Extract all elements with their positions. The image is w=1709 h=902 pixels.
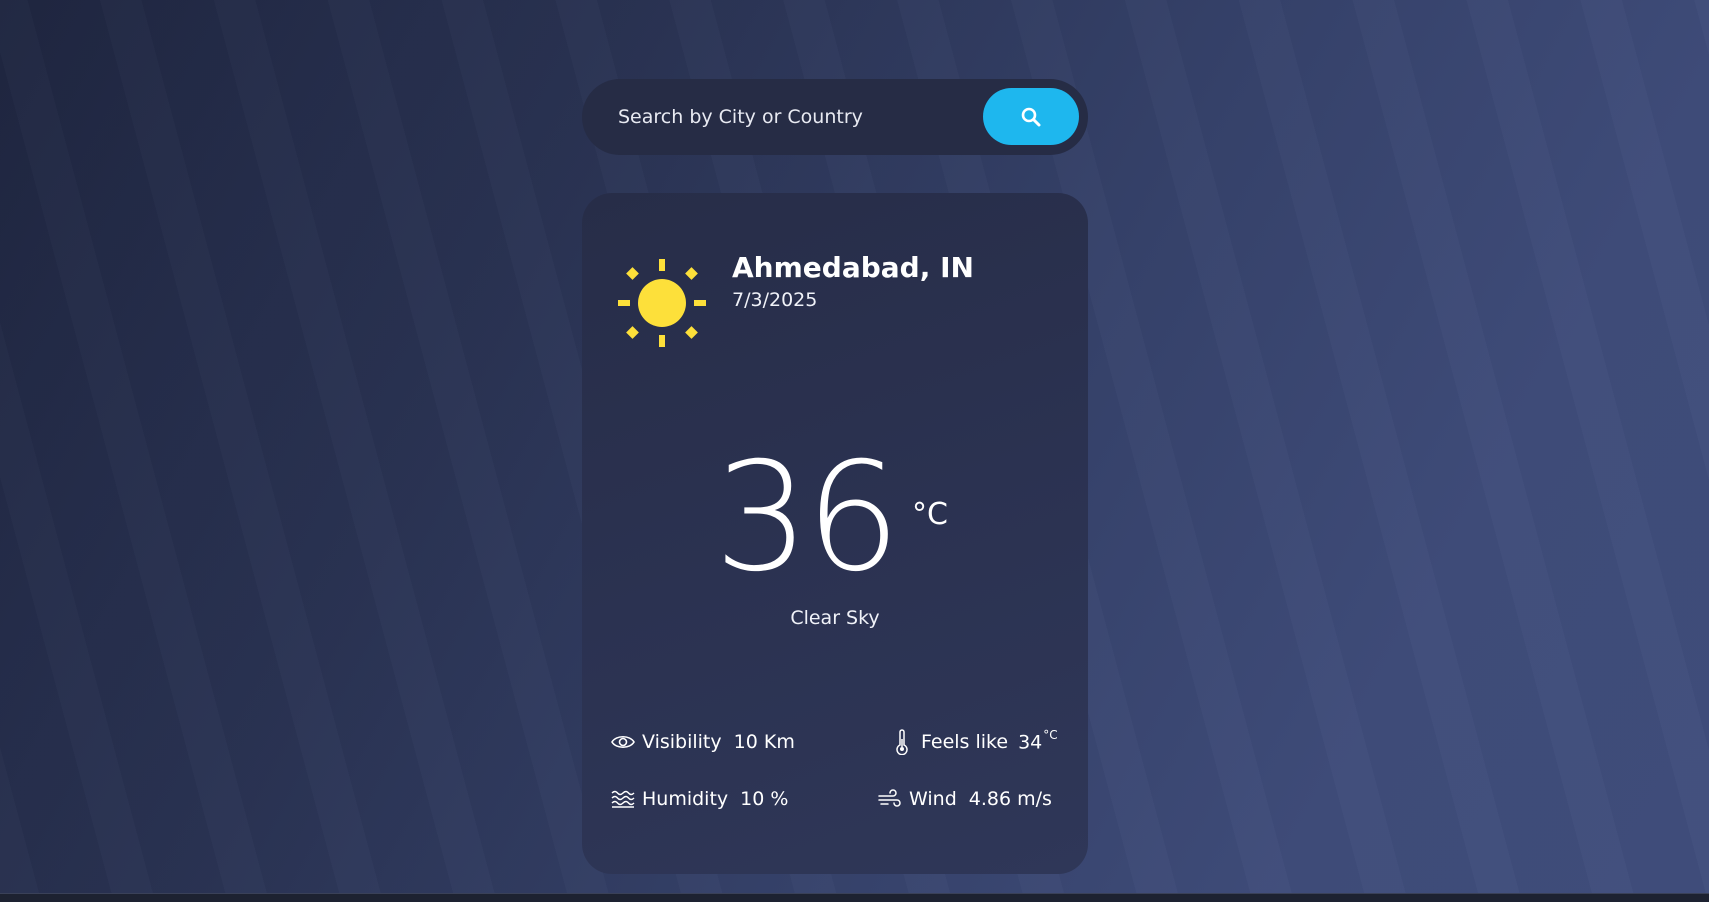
weather-condition: Clear Sky bbox=[790, 607, 880, 629]
visibility-value: 10 Km bbox=[733, 731, 795, 753]
wind-value: 4.86 m/s bbox=[968, 788, 1052, 810]
humidity-value: 10 % bbox=[740, 788, 789, 810]
search-bar bbox=[582, 79, 1088, 155]
temperature-unit: °C bbox=[912, 497, 948, 532]
search-button[interactable] bbox=[983, 88, 1079, 145]
wind-label: Wind bbox=[909, 788, 957, 810]
feels-like-stat: Feels like 34°C bbox=[889, 728, 1058, 755]
eye-icon bbox=[610, 729, 636, 755]
wind-stat: Wind 4.86 m/s bbox=[877, 786, 1052, 812]
temperature-display: 36 °C bbox=[582, 443, 1088, 593]
visibility-label: Visibility bbox=[642, 731, 722, 753]
waves-icon bbox=[610, 786, 636, 812]
temperature-value: 36 bbox=[714, 431, 901, 605]
humidity-stat: Humidity 10 % bbox=[610, 786, 788, 812]
sun-icon bbox=[618, 259, 706, 347]
feels-like-number: 34 bbox=[1018, 731, 1043, 754]
location-name: Ahmedabad, IN bbox=[732, 251, 974, 284]
search-input[interactable] bbox=[618, 97, 958, 137]
thermometer-icon bbox=[889, 729, 915, 755]
wind-icon bbox=[877, 786, 903, 812]
feels-like-value: 34°C bbox=[1018, 728, 1058, 754]
humidity-label: Humidity bbox=[642, 788, 729, 810]
bottom-edge-bar bbox=[0, 893, 1709, 902]
search-icon bbox=[1021, 107, 1041, 126]
feels-like-unit: °C bbox=[1043, 728, 1058, 743]
current-date: 7/3/2025 bbox=[732, 289, 818, 311]
feels-like-label: Feels like bbox=[921, 731, 1009, 753]
visibility-stat: Visibility 10 Km bbox=[610, 729, 795, 755]
weather-card: Ahmedabad, IN 7/3/2025 36 °C Clear Sky V… bbox=[582, 193, 1088, 874]
